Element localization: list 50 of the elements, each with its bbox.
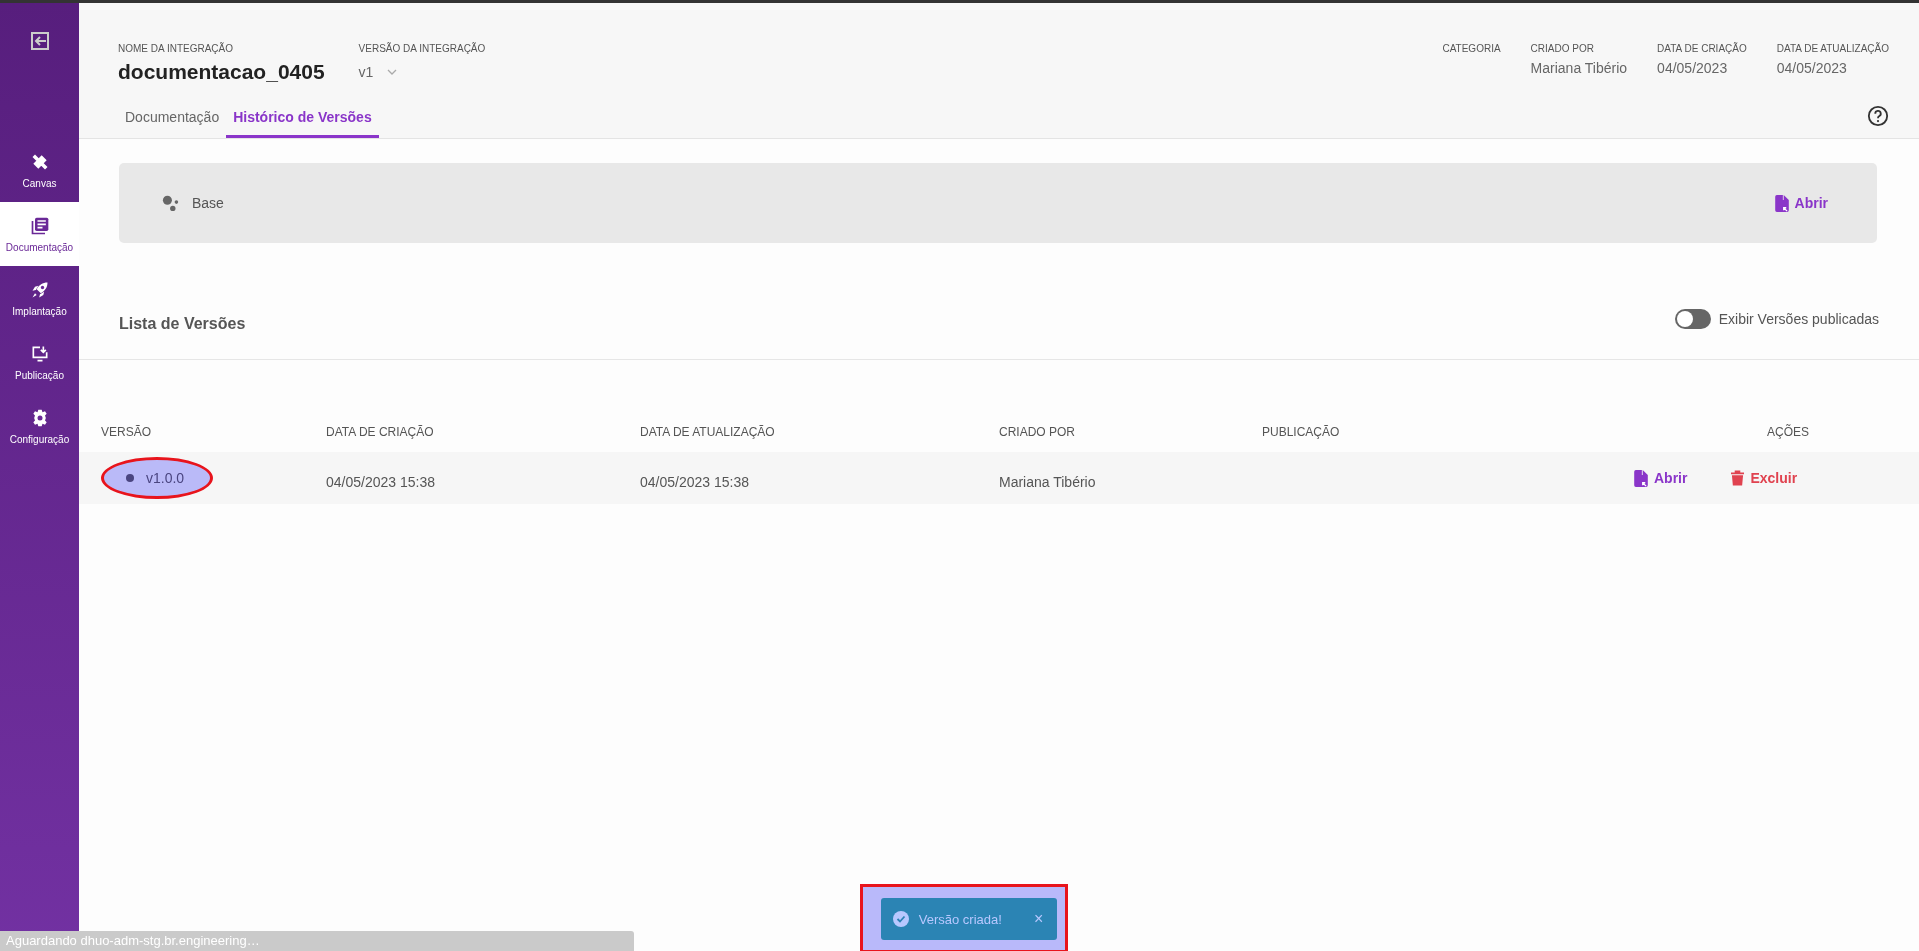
tab[interactable]: Documentação: [118, 101, 227, 138]
toast-message: Versão criada!: [918, 911, 1002, 927]
table-cell-text: 04/05/2023 15:38: [639, 473, 750, 490]
field-value: Mariana Tibério: [1530, 60, 1628, 76]
check-circle-icon: [892, 911, 909, 927]
toggle-label: Exibir Versões publicadas: [1718, 311, 1879, 327]
field-label: CRIADO POR: [1530, 43, 1595, 54]
open-button[interactable]: Abrir: [1770, 192, 1832, 214]
table-cell-text: 04/05/2023 15:38: [325, 473, 436, 490]
chevron-down-icon: [387, 69, 398, 75]
book-icon: [29, 215, 50, 236]
nav-label: Publicação: [15, 369, 64, 381]
field-label: CATEGORIA: [1442, 43, 1501, 54]
nav-item[interactable]: Documentação: [0, 202, 79, 266]
help-icon[interactable]: [1867, 104, 1889, 127]
version-select[interactable]: v1: [358, 64, 486, 80]
field-label: DATA DE CRIAÇÃO: [1657, 43, 1747, 54]
column-header: VERSÃO: [100, 425, 152, 439]
field-label: VERSÃO DA INTEGRAÇÃO: [358, 43, 486, 54]
section-title: Lista de Versões: [119, 315, 246, 333]
column-header: DATA DE ATUALIZAÇÃO: [639, 425, 776, 439]
file-icon: [1634, 469, 1648, 487]
table-cell-text: Mariana Tibério: [998, 473, 1097, 490]
column-header: DATA DE CRIAÇÃO: [325, 425, 435, 439]
nav-label: Canvas: [22, 177, 57, 189]
nav-item[interactable]: Implantação: [0, 266, 79, 330]
column-header: CRIADO POR: [998, 425, 1076, 439]
dot-icon: [126, 474, 134, 482]
field-label: DATA DE ATUALIZAÇÃO: [1776, 43, 1889, 54]
nav-item[interactable]: Configuração: [0, 394, 79, 458]
field-value: 04/05/2023: [1657, 60, 1729, 76]
version-tag: v1.0.0: [101, 457, 214, 499]
integration-name: documentacao_0405: [118, 60, 325, 84]
base-label: Base: [192, 195, 224, 211]
file-icon: [1774, 194, 1789, 212]
column-header: PUBLICAÇÃO: [1261, 425, 1341, 439]
column-header: AÇÕES: [1766, 425, 1810, 439]
tab[interactable]: Histórico de Versões: [226, 101, 379, 138]
field-value: 04/05/2023: [1776, 60, 1848, 76]
dots-icon: [162, 194, 180, 212]
nav-item[interactable]: Canvas: [0, 138, 79, 202]
field-label: NOME DA INTEGRAÇÃO: [118, 43, 234, 54]
nav-label: Documentação: [5, 241, 74, 253]
nav-label: Implantação: [12, 305, 67, 317]
toggle-switch[interactable]: [1674, 309, 1711, 329]
nav-item[interactable]: Publicação: [0, 330, 79, 394]
nav-label: Configuração: [9, 433, 70, 445]
trash-icon: [1731, 470, 1745, 486]
delete-button[interactable]: Excluir: [1727, 467, 1802, 489]
open-button[interactable]: Abrir: [1630, 467, 1692, 489]
